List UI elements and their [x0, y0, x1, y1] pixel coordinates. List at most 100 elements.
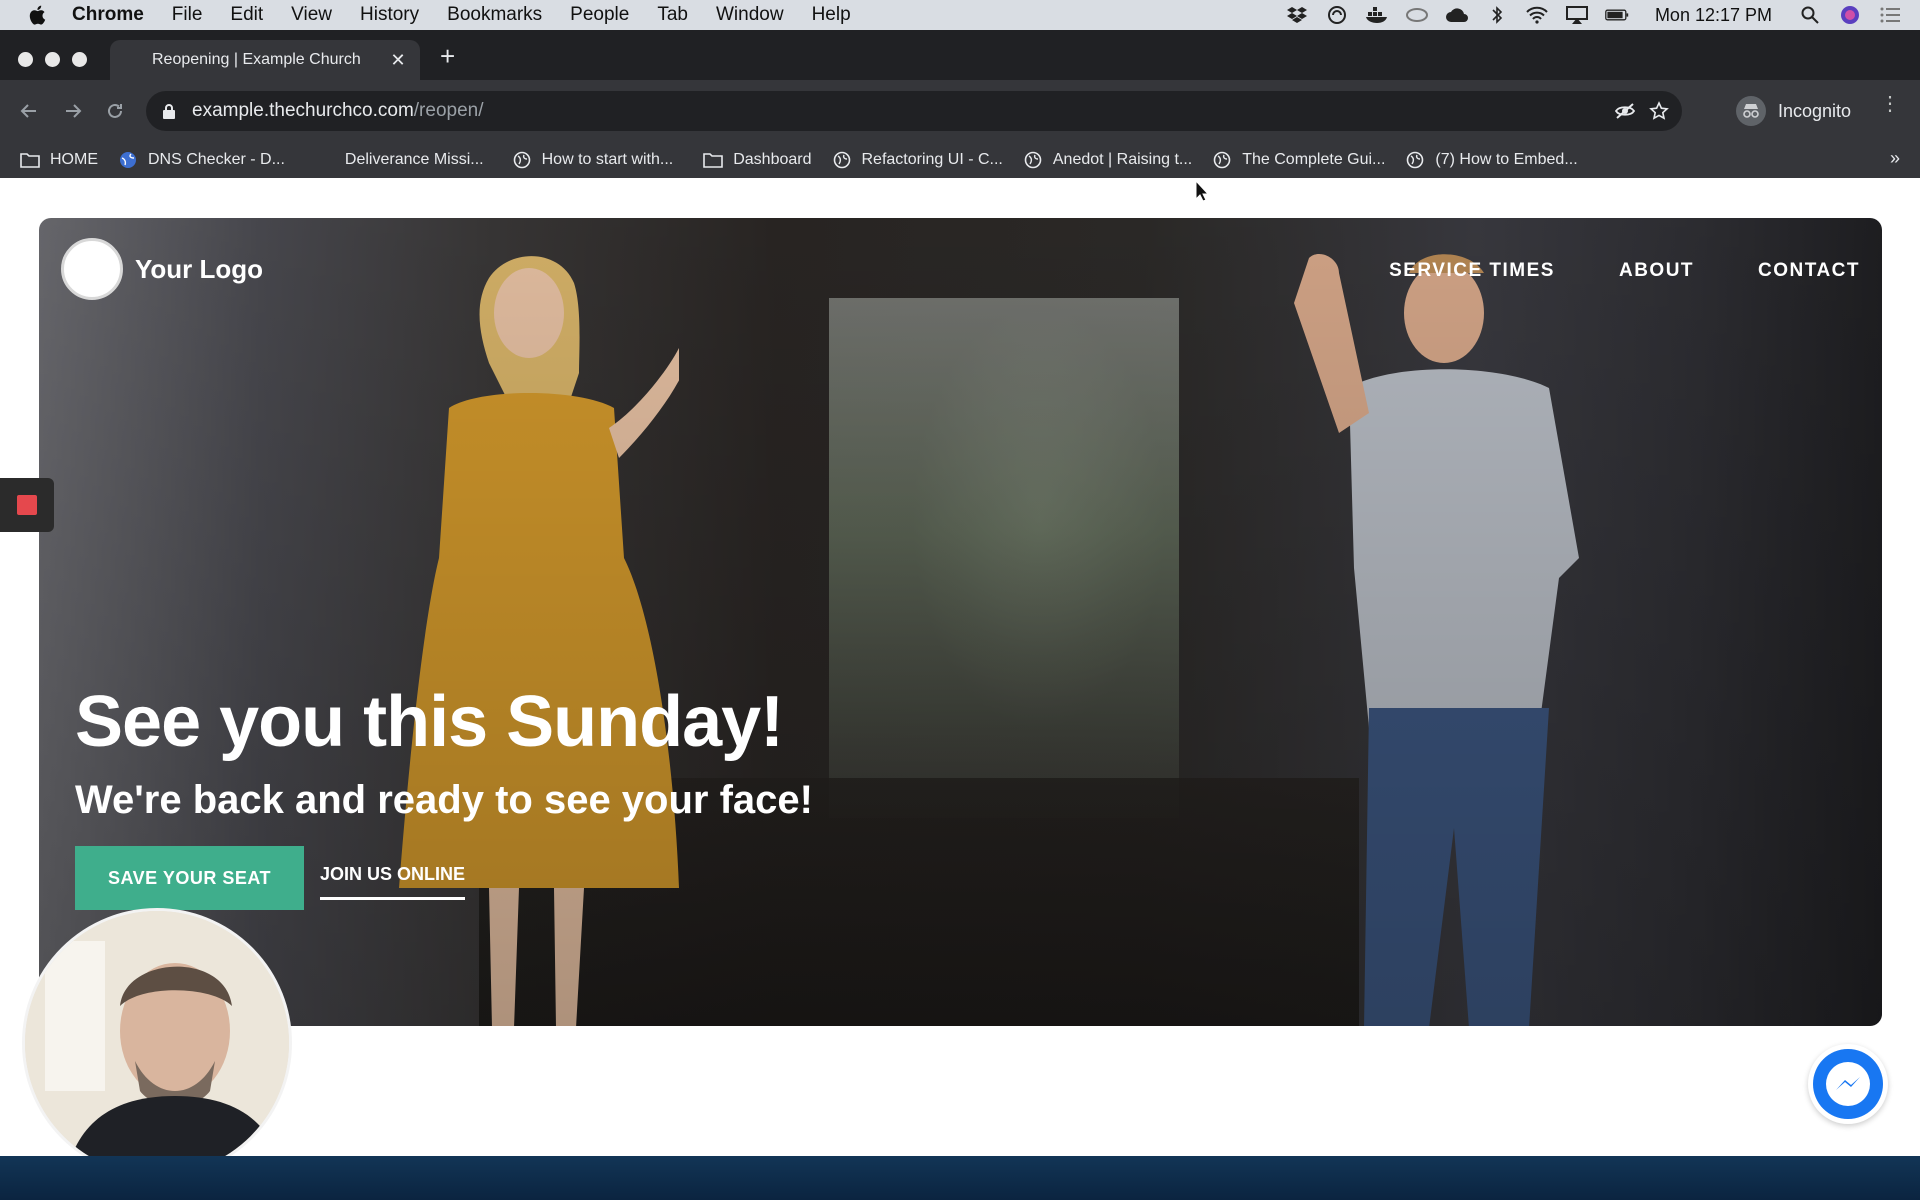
- site-navigation: SERVICE TIMES ABOUT CONTACT: [1389, 260, 1860, 282]
- menubar-clock[interactable]: Mon 12:17 PM: [1655, 5, 1772, 26]
- bookmark-label: HOME: [50, 151, 98, 168]
- bookmark-item[interactable]: Dashboard: [703, 151, 812, 169]
- bookmark-label: Deliverance Missi...: [344, 151, 484, 168]
- bluetooth-icon[interactable]: [1485, 5, 1509, 25]
- logo-text: Your Logo: [135, 253, 264, 284]
- wifi-icon[interactable]: [1525, 5, 1549, 25]
- menu-view[interactable]: View: [291, 4, 332, 26]
- bookmark-label: DNS Checker - D...: [148, 151, 285, 168]
- browser-toolbar: example.thechurchco.com/reopen/ Incognit…: [0, 80, 1920, 142]
- battery-icon[interactable]: [1605, 5, 1629, 25]
- hero-headline: See you this Sunday!: [75, 682, 784, 762]
- globe-icon: [118, 151, 138, 169]
- menu-edit[interactable]: Edit: [230, 4, 263, 26]
- logo-circle-icon: [61, 238, 123, 300]
- bookmark-label: Dashboard: [733, 151, 812, 168]
- hero-section: Your Logo SERVICE TIMES ABOUT CONTACT Se…: [39, 218, 1882, 1026]
- airplay-icon[interactable]: [1565, 5, 1589, 25]
- menu-history[interactable]: History: [360, 4, 419, 26]
- globe-icon: [1212, 151, 1232, 169]
- incognito-profile-button[interactable]: Incognito: [1736, 93, 1851, 129]
- menu-help[interactable]: Help: [812, 4, 851, 26]
- back-arrow-icon[interactable]: [16, 98, 42, 124]
- webcam-presenter-image: [25, 911, 289, 1175]
- bookmarks-bar: HOME DNS Checker - D... Deliverance Miss…: [0, 142, 1920, 178]
- bookmark-item[interactable]: Anedot | Raising t...: [1023, 151, 1192, 169]
- folder-icon: [20, 151, 40, 169]
- site-logo[interactable]: Your Logo: [61, 238, 263, 300]
- tab-title: Reopening | Example Church: [152, 51, 361, 68]
- webcam-bubble[interactable]: [22, 908, 292, 1178]
- globe-icon: [1405, 151, 1425, 169]
- docker-icon[interactable]: [1365, 5, 1389, 25]
- bookmark-item[interactable]: Refactoring UI - C...: [832, 151, 1003, 169]
- blank-icon: [315, 151, 335, 169]
- url-path: /reopen/: [413, 100, 484, 121]
- messenger-chat-button[interactable]: [1808, 1044, 1888, 1124]
- tracking-blocked-eye-icon[interactable]: [1614, 101, 1636, 121]
- apple-menu-icon[interactable]: [28, 4, 50, 26]
- bookmark-label: How to start with...: [541, 151, 674, 168]
- bookmark-star-icon[interactable]: [1648, 101, 1670, 121]
- stop-recording-icon: [17, 495, 37, 515]
- menu-app-chrome[interactable]: Chrome: [72, 4, 144, 26]
- hero-subheadline: We're back and ready to see your face!: [75, 778, 813, 822]
- window-zoom-icon[interactable]: [72, 52, 87, 67]
- nav-contact[interactable]: CONTACT: [1758, 260, 1860, 282]
- save-your-seat-button[interactable]: SAVE YOUR SEAT: [75, 846, 304, 910]
- notification-center-icon[interactable]: [1878, 5, 1902, 25]
- join-us-online-link[interactable]: JOIN US ONLINE: [320, 864, 466, 900]
- siri-icon[interactable]: [1838, 5, 1862, 25]
- mouse-cursor-icon: [1195, 180, 1209, 202]
- hero-overlay: [39, 218, 1882, 1026]
- forward-arrow-icon[interactable]: [60, 98, 86, 124]
- macos-menu-bar: Chrome File Edit View History Bookmarks …: [0, 0, 1920, 30]
- bookmark-label: (7) How to Embed...: [1435, 151, 1578, 168]
- nav-service-times[interactable]: SERVICE TIMES: [1389, 260, 1555, 282]
- creative-cloud-icon[interactable]: [1405, 5, 1429, 25]
- menu-people[interactable]: People: [570, 4, 629, 26]
- messenger-icon: [1813, 1049, 1883, 1119]
- url-text[interactable]: example.thechurchco.com/reopen/: [192, 100, 484, 122]
- menu-window[interactable]: Window: [716, 4, 784, 26]
- url-host: example.thechurchco.com: [192, 100, 414, 121]
- status-tray: Mon 12:17 PM: [1285, 0, 1902, 30]
- tab-close-icon[interactable]: ✕: [388, 50, 408, 71]
- bookmark-label: The Complete Gui...: [1242, 151, 1386, 168]
- desktop-wallpaper-strip: [0, 1156, 1920, 1200]
- window-close-icon[interactable]: [18, 52, 33, 67]
- bookmark-label: Anedot | Raising t...: [1052, 151, 1193, 168]
- reload-icon[interactable]: [102, 98, 128, 124]
- browser-tab-strip: Reopening | Example Church ✕ +: [0, 30, 1920, 80]
- cloud-icon[interactable]: [1445, 5, 1469, 25]
- spotlight-search-icon[interactable]: [1798, 5, 1822, 25]
- bookmarks-overflow-icon[interactable]: »: [1890, 148, 1900, 169]
- menu-tab[interactable]: Tab: [657, 4, 688, 26]
- nav-about[interactable]: ABOUT: [1619, 260, 1694, 282]
- globe-icon: [1023, 151, 1043, 169]
- web-page: Your Logo SERVICE TIMES ABOUT CONTACT Se…: [0, 178, 1920, 1156]
- address-bar[interactable]: example.thechurchco.com/reopen/: [146, 91, 1682, 131]
- dropbox-icon[interactable]: [1285, 5, 1309, 25]
- chrome-menu-icon[interactable]: ⋮: [1880, 94, 1900, 114]
- window-minimize-icon[interactable]: [45, 52, 60, 67]
- bookmark-item[interactable]: How to start with...: [512, 151, 674, 169]
- recording-control[interactable]: [0, 478, 54, 532]
- bookmark-item[interactable]: HOME: [20, 151, 98, 169]
- browser-tab-active[interactable]: Reopening | Example Church ✕: [110, 40, 420, 80]
- lock-icon[interactable]: [162, 103, 178, 119]
- bookmark-label: Refactoring UI - C...: [861, 151, 1003, 168]
- menu-bookmarks[interactable]: Bookmarks: [447, 4, 542, 26]
- bookmark-item[interactable]: Deliverance Missi...: [315, 151, 484, 169]
- sync-app-icon[interactable]: [1325, 5, 1349, 25]
- new-tab-icon[interactable]: +: [440, 43, 455, 69]
- bookmark-item[interactable]: (7) How to Embed...: [1405, 151, 1578, 169]
- globe-icon: [512, 151, 532, 169]
- bookmark-item[interactable]: DNS Checker - D...: [118, 151, 285, 169]
- menu-file[interactable]: File: [172, 4, 203, 26]
- folder-icon: [703, 151, 724, 169]
- incognito-icon: [1736, 96, 1766, 126]
- globe-icon: [832, 151, 852, 169]
- bookmark-item[interactable]: The Complete Gui...: [1212, 151, 1385, 169]
- profile-label: Incognito: [1778, 100, 1852, 121]
